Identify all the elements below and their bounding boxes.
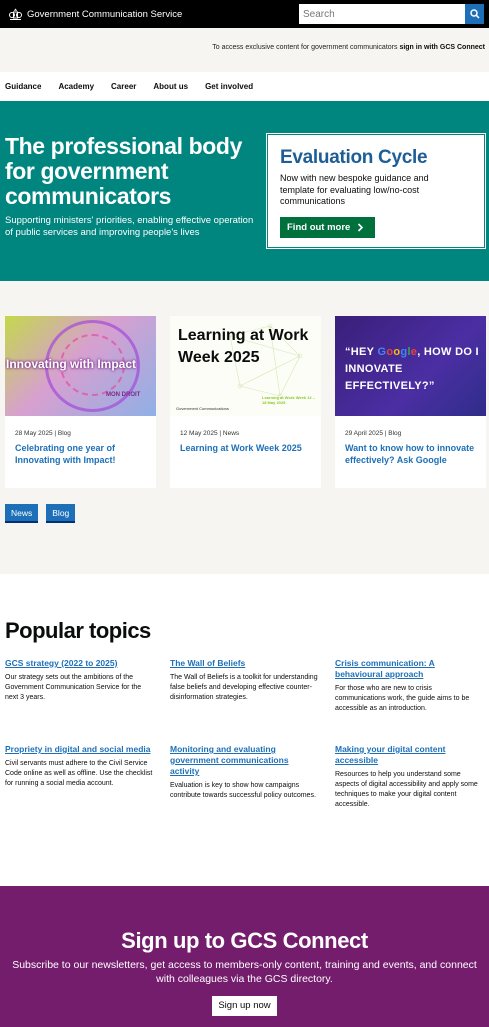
topic-item: GCS strategy (2022 to 2025) Our strategy…: [5, 658, 153, 703]
sign-in-link[interactable]: sign in with GCS Connect: [399, 44, 485, 51]
card-meta: 12 May 2025 | News: [180, 430, 240, 437]
search-icon: [469, 9, 480, 19]
nav-get-involved[interactable]: Get involved: [205, 82, 253, 91]
blog-tag-button[interactable]: Blog: [46, 504, 76, 523]
topic-item: The Wall of Beliefs The Wall of Beliefs …: [170, 658, 318, 703]
popular-topics-section: Popular topics GCS strategy (2022 to 202…: [0, 574, 489, 886]
card-meta: 29 April 2025 | Blog: [345, 430, 402, 437]
topic-link[interactable]: The Wall of Beliefs: [170, 658, 318, 669]
card-image-text: Learning at Work Week 2025: [178, 327, 309, 366]
topic-description: For those who are new to crisis communic…: [335, 685, 470, 712]
topic-description: Civil servants must adhere to the Civil …: [5, 760, 153, 787]
search-input[interactable]: [299, 4, 465, 24]
card-image-impact: Innovating with Impact MON DROIT: [5, 316, 156, 416]
hero-banner: The professional body for government com…: [0, 101, 489, 281]
news-card[interactable]: Learning at Work Week 2025 Government Co…: [170, 316, 321, 488]
brand-logo-link[interactable]: Government Communication Service: [8, 8, 182, 21]
card-image-text: Innovating with Impact: [6, 357, 137, 371]
topic-description: Resources to help you understand some as…: [335, 771, 478, 808]
sign-up-now-button[interactable]: Sign up now: [212, 996, 277, 1016]
find-out-more-label: Find out more: [287, 222, 351, 233]
topic-link[interactable]: Monitoring and evaluating government com…: [170, 744, 318, 777]
nav-academy[interactable]: Academy: [58, 82, 94, 91]
nav-about-us[interactable]: About us: [153, 82, 188, 91]
card-title-link[interactable]: Learning at Work Week 2025: [180, 442, 315, 454]
royal-crest-icon: [9, 8, 22, 20]
hero-title: The professional body for government com…: [5, 133, 242, 209]
chevron-right-icon: [358, 223, 364, 232]
search-button[interactable]: [465, 4, 484, 24]
access-notice: To access exclusive content for governme…: [212, 44, 485, 51]
brand-name: Government Communication Service: [27, 8, 183, 20]
card-image-tag: Learning at Work Week 12 – 18 May 2025: [262, 395, 315, 405]
card-image-google: “HEY Google, HOW DO I INNOVATE EFFECTIVE…: [335, 316, 486, 416]
card-title-link[interactable]: Want to know how to innovate effectively…: [345, 442, 480, 466]
topic-link[interactable]: Crisis communication: A behavioural appr…: [335, 658, 483, 680]
topic-description: The Wall of Beliefs is a toolkit for und…: [170, 674, 318, 701]
topic-description: Our strategy sets out the ambitions of t…: [5, 674, 142, 701]
access-text: To access exclusive content for governme…: [212, 44, 400, 51]
topic-link[interactable]: GCS strategy (2022 to 2025): [5, 658, 153, 669]
card-title-link[interactable]: Celebrating one year of Innovating with …: [15, 442, 150, 466]
signup-text: Subscribe to our newsletters, get access…: [12, 959, 477, 985]
topic-item: Propriety in digital and social media Ci…: [5, 744, 153, 789]
card-image-text: “HEY Google, HOW DO I INNOVATE EFFECTIVE…: [345, 344, 485, 395]
signup-banner: Sign up to GCS Connect Subscribe to our …: [0, 886, 489, 1027]
top-bar: Government Communication Service: [0, 0, 489, 28]
card-image-work-week: Learning at Work Week 2025 Government Co…: [170, 316, 321, 416]
signup-title: Sign up to GCS Connect: [121, 928, 368, 953]
card-image-text-pre: “HEY: [345, 346, 378, 358]
topic-item: Monitoring and evaluating government com…: [170, 744, 318, 801]
nav-guidance[interactable]: Guidance: [5, 82, 41, 91]
nav-career[interactable]: Career: [111, 82, 136, 91]
topic-link[interactable]: Making your digital content accessible: [335, 744, 483, 766]
find-out-more-button[interactable]: Find out more: [280, 217, 375, 238]
news-tag-button[interactable]: News: [5, 504, 39, 523]
card-meta: 28 May 2025 | Blog: [15, 430, 71, 437]
main-nav: Guidance Academy Career About us Get inv…: [0, 72, 489, 101]
card-image-logo: Government Communications: [176, 406, 229, 411]
hero-subtitle: Supporting ministers' priorities, enabli…: [5, 215, 254, 238]
topic-description: Evaluation is key to show how campaigns …: [170, 782, 316, 799]
card-image-motto: MON DROIT: [106, 392, 141, 398]
news-card[interactable]: Innovating with Impact MON DROIT 28 May …: [5, 316, 156, 488]
topic-link[interactable]: Propriety in digital and social media: [5, 744, 153, 755]
search-form: [299, 4, 484, 24]
news-card[interactable]: “HEY Google, HOW DO I INNOVATE EFFECTIVE…: [335, 316, 486, 488]
topic-item: Making your digital content accessible R…: [335, 744, 483, 810]
promo-title: Evaluation Cycle: [280, 147, 428, 168]
google-logo: Google: [377, 346, 418, 358]
promo-card: Evaluation Cycle Now with new bespoke gu…: [267, 134, 485, 248]
popular-topics-heading: Popular topics: [5, 618, 151, 643]
topic-item: Crisis communication: A behavioural appr…: [335, 658, 483, 714]
promo-text: Now with new bespoke guidance and templa…: [280, 173, 429, 206]
tag-buttons: News Blog: [5, 504, 83, 523]
